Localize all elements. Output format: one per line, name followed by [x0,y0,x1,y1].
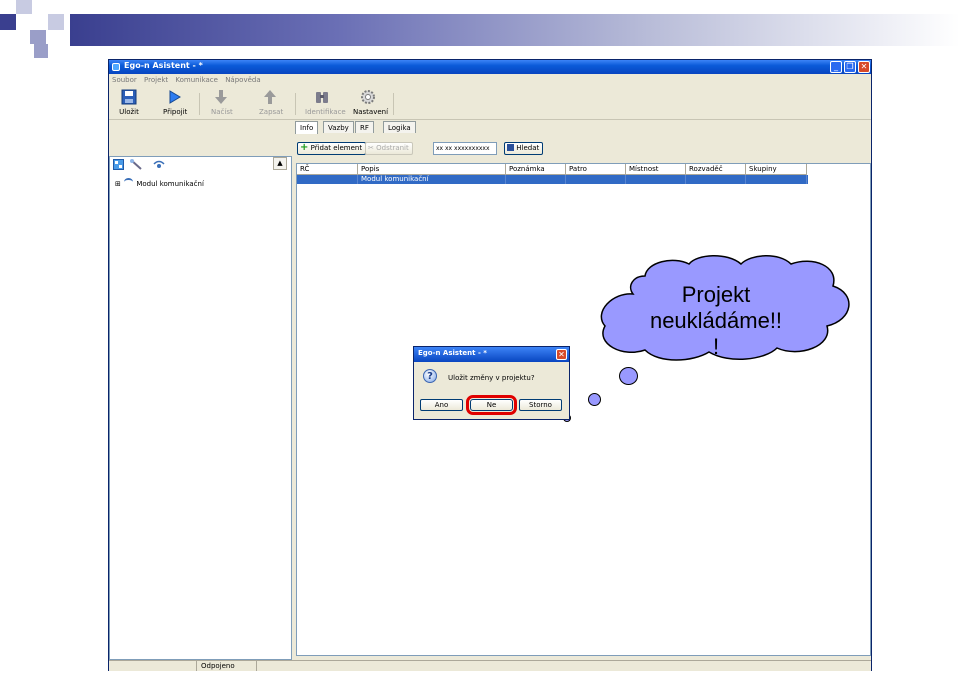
yes-button[interactable]: Ano [420,399,463,411]
scissors-icon: ✂ [368,144,374,152]
table-cell [506,175,566,184]
dialog-titlebar[interactable]: Ego-n Asistent - * ✕ [414,347,569,362]
save-changes-dialog: Ego-n Asistent - * ✕ ? Uložit změny v pr… [413,346,570,420]
save-icon [121,89,137,105]
menu-bar: Soubor Projekt Komunikace Nápověda [109,75,871,86]
close-button[interactable]: ✕ [858,61,870,73]
thought-bubble-text: Projekt neukládáme!! ! [649,282,783,359]
table-cell [297,175,358,184]
toolbar-separator [295,93,296,115]
minimize-button[interactable]: _ [830,61,842,73]
app-icon [112,63,120,71]
tab-info[interactable]: Info [295,121,319,134]
network-icon[interactable] [153,159,165,170]
connect-button[interactable]: Připojit [163,89,187,116]
column-header-patro[interactable]: Patro [566,164,626,175]
decor-square-1 [0,14,16,30]
binoculars-icon [507,144,514,151]
menu-projekt[interactable]: Projekt [144,75,168,86]
column-header-poznamka[interactable]: Poznámka [506,164,566,175]
project-tree-panel [109,156,292,660]
bubble-dot-large [619,367,638,385]
window-title: Ego-n Asistent - * [124,61,203,70]
status-bar: Odpojeno [109,660,871,671]
column-header-skupiny[interactable]: Skupiny [746,164,807,175]
column-header-mistnost[interactable]: Místnost [626,164,686,175]
tab-vazby[interactable]: Vazby [323,121,354,133]
module-view-icon[interactable] [113,159,124,170]
table-cell [746,175,807,184]
toolbar: Uložit Připojit Načíst Zapsat Identifika… [109,87,871,120]
decor-square-4 [48,14,64,30]
remove-button[interactable]: ✂ Odstranit [365,142,413,155]
decor-header-bar [70,14,960,46]
elements-table: RČ Popis Poznámka Patro Místnost Rozvadě… [296,163,871,656]
menu-soubor[interactable]: Soubor [112,75,137,86]
add-element-button[interactable]: + Přidat element [297,142,367,155]
status-cell-empty [109,661,197,671]
table-cell [626,175,686,184]
dialog-close-button[interactable]: ✕ [556,349,567,360]
upload-arrow-icon [264,90,276,104]
no-button[interactable]: Ne [466,395,517,415]
menu-komunikace[interactable]: Komunikace [175,75,218,86]
question-icon: ? [423,369,437,383]
tab-logika[interactable]: Logika [383,121,416,133]
tree-node-label: Modul komunikační [136,180,204,188]
collapse-panel-button[interactable]: ▲ [273,157,287,170]
menu-napoveda[interactable]: Nápověda [225,75,260,86]
maximize-button[interactable]: ❐ [844,61,856,73]
dialog-title: Ego-n Asistent - * [418,349,487,357]
settings-icon [361,90,375,104]
identify-button[interactable]: Identifikace [305,89,346,116]
toolbar-separator [199,93,200,115]
binoculars-icon [316,92,328,103]
connect-icon [169,90,181,104]
toolbar-separator [393,93,394,115]
search-input[interactable]: xx xx xxxxxxxxxx [433,142,497,155]
bubble-dot-medium [588,393,601,406]
tree-toolbar: ▲ [109,156,292,175]
save-button[interactable]: Uložit [119,89,139,116]
tools-icon[interactable] [129,158,143,171]
tab-rf[interactable]: RF [355,121,374,133]
connection-status: Odpojeno [197,661,257,671]
plus-icon: + [300,142,309,153]
table-cell: Modul komunikační [358,175,506,184]
write-button[interactable]: Zapsat [259,89,283,116]
column-header-rozvadec[interactable]: Rozvaděč [686,164,746,175]
decor-square-3 [30,30,46,44]
tree-node-module[interactable]: ⊞ Modul komunikační [115,178,204,188]
cancel-button[interactable]: Storno [519,399,562,411]
network-icon [124,178,134,186]
download-arrow-icon [215,90,227,104]
column-header-popis[interactable]: Popis [358,164,506,175]
table-cell [566,175,626,184]
dialog-message: Uložit změny v projektu? [448,374,535,382]
search-button[interactable]: Hledat [504,142,544,155]
expand-icon[interactable]: ⊞ [115,180,121,188]
column-header-rc[interactable]: RČ [297,164,358,175]
load-button[interactable]: Načíst [211,89,233,116]
decor-square-5 [34,44,48,58]
table-row[interactable]: Modul komunikační [297,175,808,184]
table-cell [686,175,746,184]
settings-button[interactable]: Nastavení [353,89,388,116]
action-bar: + Přidat element ✂ Odstranit xx xx xxxxx… [295,142,871,156]
decor-square-2 [16,0,32,14]
window-titlebar[interactable]: Ego-n Asistent - * _ ❐ ✕ [109,60,871,74]
